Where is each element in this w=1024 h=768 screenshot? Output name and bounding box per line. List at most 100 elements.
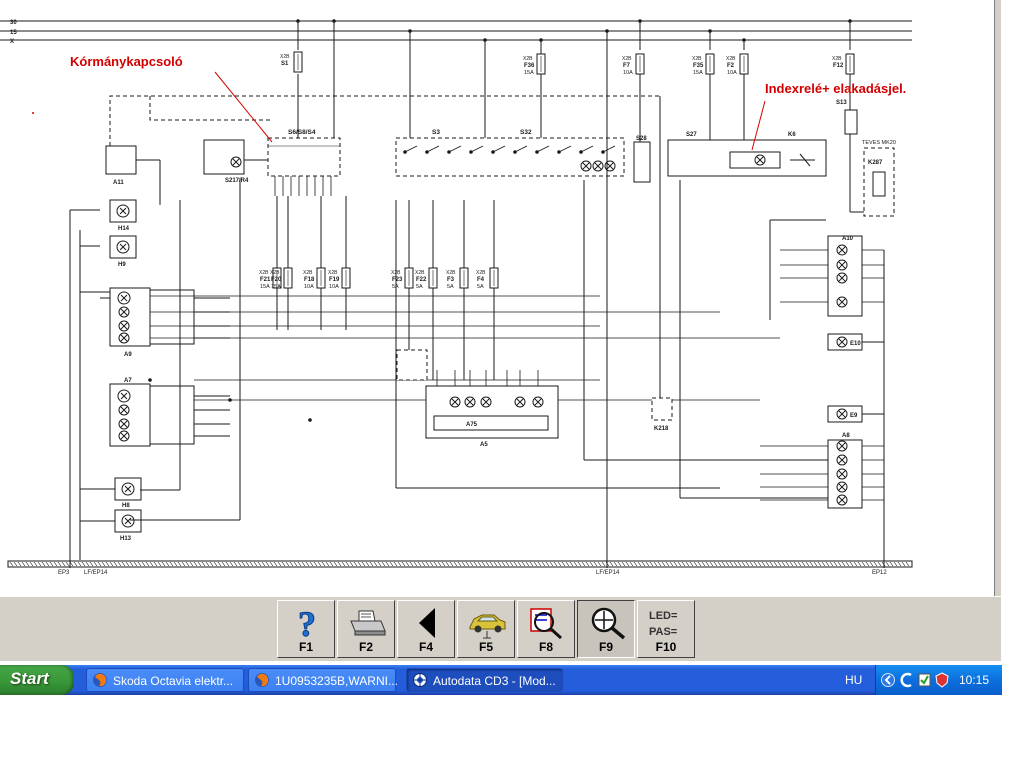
security-icon[interactable]: [934, 671, 950, 689]
instrument-cluster-a75: [433, 415, 549, 431]
lamp-symbol: [836, 259, 848, 271]
fuse-connector: X2B: [259, 270, 269, 276]
junction: [708, 29, 712, 33]
switch-s13: [844, 109, 858, 135]
taskbar-item-skoda-octavia[interactable]: Skoda Octavia elektr...: [86, 668, 244, 692]
lamp-symbol: [117, 389, 131, 403]
wiring-diagram-viewport[interactable]: 30 15 X X2B S1 X2B F36 15A X2B F7 10A X2B F35 15A X2B F…: [0, 0, 994, 596]
firefox-icon: [255, 673, 269, 687]
fuse-rating: 10A: [727, 70, 737, 76]
lamp-symbol: [118, 430, 130, 442]
lamp-symbol: [118, 332, 130, 344]
firefox-icon: [93, 673, 107, 687]
junction: [742, 38, 746, 42]
junction: [148, 378, 152, 382]
task-label: Autodata CD3 - [Mod...: [433, 674, 556, 688]
lamp-symbol: [836, 440, 848, 452]
steering-column-switch: [267, 137, 341, 177]
svg-text:?: ?: [298, 605, 316, 641]
fuse-label: F20: [271, 277, 282, 283]
component-label: A9: [124, 352, 132, 358]
fuse-label: F12: [833, 63, 844, 69]
junction: [228, 398, 232, 402]
arrow-left-icon[interactable]: [881, 671, 895, 689]
language-indicator[interactable]: HU: [845, 673, 862, 687]
f1-help-button[interactable]: ? F1: [277, 600, 335, 658]
junction: [403, 150, 407, 154]
component-label: K218: [654, 426, 669, 432]
lamp-symbol: [116, 204, 130, 218]
headlamp-a7: [109, 383, 151, 447]
fuse-rating: 15A: [260, 284, 270, 290]
component-label: E10: [850, 341, 861, 347]
fuse-connector: X2B: [280, 54, 290, 60]
fuse-rating: 5A: [447, 284, 454, 290]
fuse-label: F35: [693, 63, 704, 69]
taskbar-item-autodata[interactable]: Autodata CD3 - [Mod...: [406, 668, 563, 692]
lamp-symbol: [121, 514, 135, 528]
fuse-label: F18: [304, 277, 315, 283]
lamp-symbol: [116, 240, 130, 254]
desktop-background: [0, 695, 1024, 768]
zoom-icon: [591, 607, 626, 640]
junction: [425, 150, 429, 154]
fuse-connector: X2B: [726, 56, 736, 62]
f2-print-button[interactable]: F2: [337, 600, 395, 658]
fuse-connector: X2B: [415, 270, 425, 276]
rail-label: X: [10, 39, 14, 45]
junction: [579, 150, 583, 154]
fuse-connector: X2B: [328, 270, 338, 276]
component-label: TEVES MK20: [862, 140, 896, 146]
fuse-rating: 10A: [304, 284, 314, 290]
lamp-symbol: [836, 336, 848, 348]
lamp-symbol: [836, 494, 848, 506]
f10-label: F10: [655, 640, 677, 654]
wire: [149, 96, 270, 121]
lamp-symbol: [592, 160, 604, 172]
lamp-symbol: [118, 306, 130, 318]
rail-label: 30: [10, 20, 17, 26]
component-label: S28: [636, 136, 647, 142]
junction: [408, 29, 412, 33]
lamp-symbol: [230, 156, 242, 168]
component-label: S6/S8/S4: [288, 129, 316, 136]
fuse-connector: X2B: [476, 270, 486, 276]
f8-component-locate-button[interactable]: F8: [517, 600, 575, 658]
component-label: H13: [120, 536, 132, 542]
f5-vehicle-button[interactable]: F5: [457, 600, 515, 658]
taskbar-item-warning-part[interactable]: 1U0953235B,WARNI...: [248, 668, 398, 692]
lamp-symbol: [514, 396, 526, 408]
volume-icon[interactable]: [917, 671, 933, 689]
junction: [447, 150, 451, 154]
headlamp-a7-connector: [149, 385, 195, 445]
fuse-rating: 15A: [271, 284, 281, 290]
function-key-toolbar: ? F1 F2 F4 F5 F8 F9 LED= PAS= F10: [0, 596, 1001, 661]
component-label: A5: [480, 442, 488, 448]
junction: [332, 19, 336, 23]
component-label: H8: [122, 503, 130, 509]
fuse-label: F22: [416, 277, 427, 283]
f9-zoom-button[interactable]: F9: [577, 600, 635, 658]
fuse-rating: 15A: [524, 70, 534, 76]
network-icon[interactable]: [899, 671, 915, 689]
component-label: E9: [850, 413, 858, 419]
f10-led-pas-button[interactable]: LED= PAS= F10: [637, 600, 695, 658]
component-label: S3: [432, 129, 440, 136]
task-label: 1U0953235B,WARNI...: [275, 674, 398, 688]
junction: [539, 38, 543, 42]
lamp-symbol: [836, 454, 848, 466]
junction: [296, 19, 300, 23]
start-button[interactable]: Start: [0, 665, 74, 695]
lamp-symbol: [836, 408, 848, 420]
f1-label: F1: [298, 640, 313, 654]
junction: [535, 150, 539, 154]
fuse-label: S1: [281, 61, 289, 67]
clock: 10:15: [959, 673, 990, 687]
annotation-steering-switch: Kórmánykapcsoló: [70, 54, 183, 69]
fuse-label: F2: [727, 63, 735, 69]
fuse-label: F23: [392, 277, 403, 283]
pas-text: PAS=: [649, 626, 677, 638]
junction: [491, 150, 495, 154]
junction: [848, 19, 852, 23]
f4-back-button[interactable]: F4: [397, 600, 455, 658]
